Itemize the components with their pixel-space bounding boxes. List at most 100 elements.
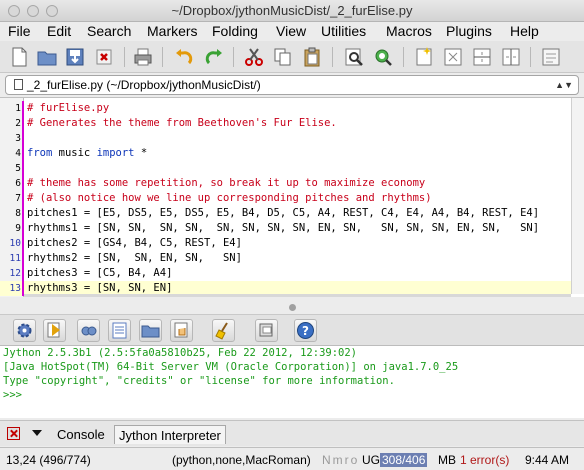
toolbar-separator — [124, 47, 125, 67]
code-line[interactable]: 6 # theme has some repetition, so break i… — [0, 176, 571, 191]
run-buffer-icon[interactable] — [77, 319, 100, 342]
line-marker — [22, 116, 24, 131]
line-number: 3 — [15, 133, 21, 144]
hand-stop-icon[interactable] — [170, 319, 193, 342]
code-line[interactable]: 10 pitches2 = [GS4, B4, C5, REST, E4] — [0, 236, 571, 251]
console-list-icon[interactable] — [108, 319, 131, 342]
console-line: Type "copyright", "credits" or "license"… — [3, 375, 395, 387]
code-line[interactable]: 3 — [0, 131, 571, 146]
menu-markers[interactable]: Markers — [147, 23, 198, 39]
code-line[interactable]: 5 — [0, 161, 571, 176]
close-buffer-icon[interactable] — [93, 46, 115, 68]
settings-gear-icon[interactable] — [13, 319, 36, 342]
vertical-scrollbar[interactable] — [571, 98, 584, 294]
line-marker — [22, 251, 24, 266]
menu-view[interactable]: View — [276, 23, 306, 39]
code-text: from music import * — [27, 146, 147, 161]
memory-usage[interactable]: 308/406 — [380, 453, 428, 467]
menu-plugins[interactable]: Plugins — [446, 23, 492, 39]
menu-macros[interactable]: Macros — [386, 23, 432, 39]
line-marker — [22, 176, 24, 191]
toolbar-separator — [403, 47, 404, 67]
menu-utilities[interactable]: Utilities — [321, 23, 366, 39]
undo-icon[interactable] — [173, 46, 195, 68]
find-replace-icon[interactable] — [372, 46, 394, 68]
copy-output-icon[interactable] — [255, 319, 278, 342]
main-toolbar — [0, 41, 584, 73]
code-line[interactable]: 4 from music import * — [0, 146, 571, 161]
menu-search[interactable]: Search — [87, 23, 131, 39]
code-text: rhythms1 = [SN, SN, SN, SN, SN, SN, SN, … — [27, 222, 540, 234]
line-marker — [22, 266, 24, 281]
buffer-switcher-bar: _2_furElise.py (~/Dropbox/jythonMusicDis… — [0, 73, 584, 97]
clear-console-broom-icon[interactable] — [212, 319, 235, 342]
line-number: 10 — [9, 238, 21, 249]
toolbar-separator — [233, 47, 234, 67]
close-panel-icon[interactable] — [7, 427, 20, 440]
menu-help[interactable]: Help — [510, 23, 539, 39]
redo-icon[interactable] — [203, 46, 225, 68]
new-view-icon[interactable] — [413, 46, 435, 68]
code-line[interactable]: 11 rhythms2 = [SN, SN, EN, SN, SN] — [0, 251, 571, 266]
line-marker — [22, 146, 24, 161]
dockable-tab-bar: Console Jython Interpreter — [0, 420, 584, 446]
new-file-icon[interactable] — [8, 46, 30, 68]
copy-icon[interactable] — [272, 46, 294, 68]
menu-edit[interactable]: Edit — [47, 23, 71, 39]
find-icon[interactable] — [343, 46, 365, 68]
console-line: Jython 2.5.3b1 (2.5:5fa0a5810b25, Feb 22… — [3, 347, 358, 359]
window-title: ~/Dropbox/jythonMusicDist/_2_furElise.py — [171, 3, 413, 18]
tab-console[interactable]: Console — [53, 425, 109, 444]
code-line[interactable]: 1 # furElise.py — [0, 101, 571, 116]
caret-position[interactable]: 13,24 (496/774) — [6, 453, 91, 467]
save-icon[interactable] — [64, 46, 86, 68]
chevron-down-icon: ▲▼ — [555, 80, 573, 90]
menu-folding[interactable]: Folding — [212, 23, 258, 39]
line-number: 7 — [15, 193, 21, 204]
line-number: 13 — [9, 283, 21, 294]
paste-icon[interactable] — [301, 46, 323, 68]
open-folder-icon[interactable] — [36, 46, 58, 68]
console-folder-icon[interactable] — [139, 319, 162, 342]
code-line[interactable]: 2 # Generates the theme from Beethoven's … — [0, 116, 571, 131]
unsplit-icon[interactable] — [442, 46, 464, 68]
line-number: 5 — [15, 163, 21, 174]
menu-file[interactable]: File — [8, 23, 31, 39]
buffer-select[interactable]: _2_furElise.py (~/Dropbox/jythonMusicDis… — [5, 75, 579, 95]
line-marker — [22, 161, 24, 176]
splitter-grip[interactable] — [289, 304, 296, 311]
code-line[interactable]: 9 rhythms1 = [SN, SN, SN, SN, SN, SN, SN,… — [0, 221, 571, 236]
cut-icon[interactable] — [243, 46, 265, 68]
text-editor[interactable]: 1 # furElise.py 2 # Generates the theme fro… — [0, 97, 584, 298]
title-bar: ~/Dropbox/jythonMusicDist/_2_furElise.py — [0, 0, 584, 22]
code-line[interactable]: 12 pitches3 = [C5, B4, A4] — [0, 266, 571, 281]
global-options-icon[interactable] — [540, 46, 562, 68]
buffer-mode-info[interactable]: (python,none,MacRoman) — [172, 453, 311, 467]
buffer-label: _2_furElise.py (~/Dropbox/jythonMusicDis… — [27, 78, 261, 92]
run-script-icon[interactable] — [43, 319, 66, 342]
editor-flags[interactable]: Nmro — [322, 453, 359, 467]
line-marker — [22, 101, 24, 116]
line-number: 9 — [15, 223, 21, 234]
console-prompt[interactable]: >>> — [3, 389, 22, 401]
split-vertical-icon[interactable] — [500, 46, 522, 68]
line-number: 8 — [15, 208, 21, 219]
code-line[interactable]: 8 pitches1 = [E5, DS5, E5, DS5, E5, B4, D… — [0, 206, 571, 221]
panel-splitter[interactable] — [0, 297, 584, 315]
tab-jython-interpreter[interactable]: Jython Interpreter — [114, 425, 226, 444]
line-number: 1 — [15, 103, 21, 114]
split-horizontal-icon[interactable] — [471, 46, 493, 68]
error-count[interactable]: 1 error(s) — [460, 453, 509, 467]
line-number: 11 — [9, 253, 21, 264]
code-keyword: import — [96, 147, 135, 159]
line-number: 12 — [9, 268, 21, 279]
help-icon[interactable]: ? — [294, 319, 317, 342]
menu-bar: File Edit Search Markers Folding View Ut… — [0, 22, 584, 41]
panel-menu-triangle-icon[interactable] — [32, 430, 42, 436]
print-icon[interactable] — [132, 46, 154, 68]
console-output[interactable]: Jython 2.5.3b1 (2.5:5fa0a5810b25, Feb 22… — [0, 346, 584, 418]
encoding-flags[interactable]: UG — [362, 453, 380, 467]
code-line[interactable]: 7 # (also notice how we line up correspon… — [0, 191, 571, 206]
code-text: pitches3 = [C5, B4, A4] — [27, 267, 173, 279]
toolbar-separator — [332, 47, 333, 67]
